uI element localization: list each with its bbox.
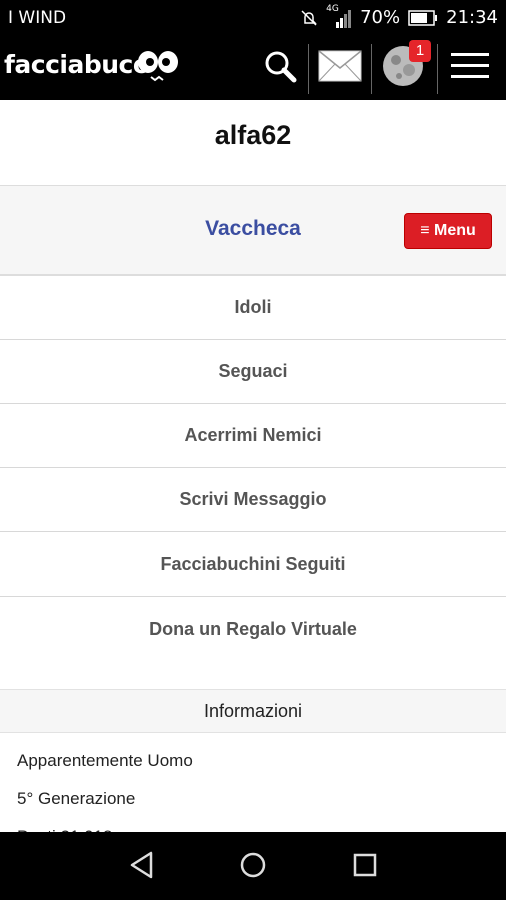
- notifications-button[interactable]: 1: [380, 39, 431, 93]
- mute-icon: [300, 9, 318, 27]
- info-heading: Informazioni: [0, 689, 506, 733]
- menu-item-facciabuchini-seguiti[interactable]: Facciabuchini Seguiti: [0, 532, 506, 597]
- network-type-label: 4G: [326, 3, 339, 14]
- menu-item-dona-regalo[interactable]: Dona un Regalo Virtuale: [0, 597, 506, 662]
- logo-eyes-icon: [137, 50, 179, 89]
- header-divider: [371, 44, 372, 94]
- menu-item-scrivi-messaggio[interactable]: Scrivi Messaggio: [0, 468, 506, 532]
- search-button[interactable]: [260, 44, 300, 92]
- battery-percent: 70%: [360, 7, 401, 28]
- home-button[interactable]: [235, 849, 271, 885]
- subpage-bar: Vaccheca ≡ Menu: [0, 186, 506, 276]
- profile-menu-list: Idoli Seguaci Acerrimi Nemici Scrivi Mes…: [0, 276, 506, 662]
- clock: 21:34: [446, 7, 498, 28]
- page-title: alfa62: [0, 100, 506, 186]
- search-icon: [262, 48, 298, 89]
- header-divider: [437, 44, 438, 94]
- info-gender: Apparentemente Uomo: [17, 751, 193, 770]
- app-header: facciabuco 1: [0, 36, 506, 100]
- status-icons: 4G 70% 21:34: [300, 4, 498, 28]
- header-divider: [308, 44, 309, 94]
- globe-icon: 1: [381, 39, 431, 93]
- back-icon: [129, 851, 155, 884]
- carrier-label: I WIND: [8, 8, 67, 28]
- back-button[interactable]: [124, 849, 160, 885]
- logo[interactable]: facciabuco: [4, 50, 150, 79]
- signal-icon: 4G: [326, 4, 352, 28]
- notification-badge: 1: [409, 39, 431, 62]
- messages-button[interactable]: [316, 44, 364, 92]
- hamburger-menu-icon: [451, 52, 489, 85]
- menu-item-idoli[interactable]: Idoli: [0, 276, 506, 340]
- main-menu-button[interactable]: [450, 44, 490, 92]
- menu-button[interactable]: ≡ Menu: [404, 213, 492, 249]
- info-generation: 5° Generazione: [17, 789, 136, 808]
- menu-button-label: ≡ Menu: [420, 222, 476, 239]
- menu-item-seguaci[interactable]: Seguaci: [0, 340, 506, 404]
- status-bar: I WIND 4G 70% 21:34: [0, 0, 506, 36]
- mail-icon: [318, 49, 362, 87]
- menu-item-acerrimi-nemici[interactable]: Acerrimi Nemici: [0, 404, 506, 468]
- recents-button[interactable]: [347, 849, 383, 885]
- home-icon: [239, 851, 267, 884]
- recents-icon: [352, 852, 378, 883]
- spacer: [0, 660, 506, 689]
- system-nav-bar: [0, 832, 506, 900]
- battery-icon: [408, 9, 438, 26]
